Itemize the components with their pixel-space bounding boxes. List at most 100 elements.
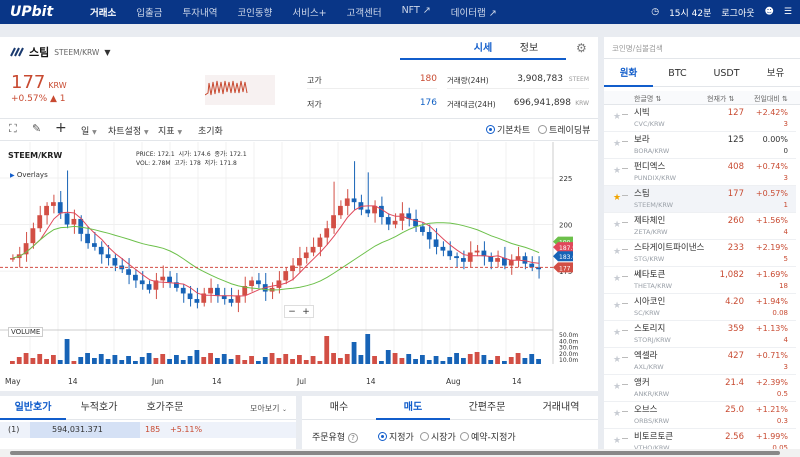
overlays-toggle[interactable]: ▶ Overlays [10,171,48,179]
coin-list-item[interactable]: ★ 오브스 ORBS/KRW 25.0 +1.21% 0.3 [604,402,796,429]
coin-item-code: STORJ/KRW [634,336,671,344]
x-axis-label: 14 [212,377,222,386]
candle-body [283,271,289,281]
user-icon[interactable]: ☻ [765,7,774,17]
coin-list-item[interactable]: ★ 스타게이트파이낸스 STG/KRW 233 +2.19% 5 [604,240,796,267]
coin-list-item[interactable]: ★ 앵커 ANKR/KRW 21.4 +2.39% 0.5 [604,375,796,402]
orderbook-row[interactable]: (1) 594,031.371 185 +5.11% [0,422,296,438]
indicators-select[interactable]: 지표 ▼ [158,124,182,137]
volume-bar [372,356,377,364]
coin-item-name: 스타게이트파이낸스 [634,243,705,253]
tab-btc-market[interactable]: BTC [653,63,702,87]
clock-text: 15시 42분 [669,8,712,19]
menu-icon[interactable]: ☰ [784,7,792,17]
favorite-star-icon[interactable]: ★ [613,301,621,311]
tab-normal-orderbook[interactable]: 일반호가 [0,396,66,420]
favorite-star-icon[interactable]: ★ [613,328,621,338]
favorite-star-icon[interactable]: ★ [613,355,621,365]
favorite-star-icon[interactable]: ★ [613,247,621,257]
order-type-limit-radio[interactable]: 지정가 [378,430,414,443]
favorite-star-icon[interactable]: ★ [613,139,621,149]
reset-button[interactable]: 초기화 [198,124,223,137]
logout-link[interactable]: 로그아웃 [721,6,754,19]
volume-bar [256,361,261,364]
tab-sell[interactable]: 매도 [376,396,450,420]
help-icon[interactable]: ? [348,433,358,443]
settings-gear-icon[interactable]: ⚙ [576,41,587,55]
tab-simple-order[interactable]: 간편주문 [450,396,524,420]
amount-24h-row: 거래대금(24H) 696,941,898 KRW [447,98,589,109]
coin-list-item[interactable]: ★ 제타체인 ZETA/KRW 260 +1.56% 4 [604,213,796,240]
coin-list-item[interactable]: ★ 펀디엑스 PUNDIX/KRW 408 +0.74% 3 [604,159,796,186]
chart-bars-icon [622,222,628,223]
favorite-star-icon[interactable]: ★ [613,436,621,446]
favorite-star-icon[interactable]: ★ [613,112,621,122]
header-price-sort[interactable]: 현재가 ⇅ [707,94,734,104]
tradingview-radio[interactable]: 트레이딩뷰 [538,123,590,136]
coin-search-box[interactable]: 코인명/심볼검색 [604,37,800,59]
nav-item-4[interactable]: 서비스+ [292,5,326,19]
pencil-icon[interactable]: ✎ [32,122,41,135]
crosshair-icon[interactable]: + [55,120,67,136]
favorite-star-icon[interactable]: ★ [613,193,621,203]
tab-cumulative-orderbook[interactable]: 누적호가 [66,396,132,420]
volume-bar [481,355,487,364]
tab-info[interactable]: 정보 [484,37,574,60]
interval-select[interactable]: 일 ▼ [81,124,97,137]
tab-order-from-book[interactable]: 호가주문 [132,396,198,420]
order-type-reserve-radio[interactable]: 예약-지정가 [460,430,516,443]
nav-item-0[interactable]: 거래소 [90,5,116,19]
tab-buy[interactable]: 매수 [302,396,376,420]
header-name-sort[interactable]: 한글명 ⇅ [634,94,661,104]
favorite-star-icon[interactable]: ★ [613,166,621,176]
volume-bar [413,359,418,364]
coin-search-input[interactable]: 코인명/심볼검색 [612,43,663,54]
coin-list-item[interactable]: ★ 스토리지 STORJ/KRW 359 +1.13% 4 [604,321,796,348]
candlestick-chart[interactable]: 175200225190.8187.9183.017750.0m40.0m30.… [0,142,598,391]
coin-list-item[interactable]: ★ 쎄타토큰 THETA/KRW 1,082 +1.69% 18 [604,267,796,294]
scrollbar-thumb[interactable] [10,451,780,455]
fullscreen-icon[interactable]: ⛶ [9,122,17,136]
nav-item-6[interactable]: NFT ↗ [402,5,431,19]
upbit-logo[interactable]: UPbit [10,4,90,20]
coin-item-change-pct: +0.57% [755,189,788,198]
nav-item-2[interactable]: 투자내역 [182,5,217,19]
coin-list-item[interactable]: ★ 시빅 CVC/KRW 127 +2.42% 3 [604,105,796,132]
favorite-star-icon[interactable]: ★ [613,409,621,419]
order-type-market-radio[interactable]: 시장가 [420,430,456,443]
nav-item-7[interactable]: 데이터랩 ↗ [451,5,497,19]
group-view-select[interactable]: 모아보기 ⌄ [250,403,287,414]
favorite-star-icon[interactable]: ★ [613,220,621,230]
tab-trade-history[interactable]: 거래내역 [524,396,598,420]
tab-holdings[interactable]: 보유 [751,63,800,87]
zoom-in-button[interactable]: + [302,307,310,317]
zoom-out-button[interactable]: − [288,307,296,317]
coin-list-item[interactable]: ★ 엑셀라 AXL/KRW 427 +0.71% 3 [604,348,796,375]
nav-item-1[interactable]: 입출금 [136,5,162,19]
nav-item-5[interactable]: 고객센터 [347,5,382,19]
favorite-star-icon[interactable]: ★ [613,274,621,284]
coin-select-dropdown-icon[interactable]: ▼ [104,48,110,57]
basic-chart-radio[interactable]: 기본차트 [486,123,530,136]
favorite-star-icon[interactable]: ★ [613,382,621,392]
chart-bars-icon [622,303,628,304]
volume-bar [126,356,131,364]
horizontal-scrollbar[interactable] [0,449,800,457]
candle-body [529,263,535,268]
coin-item-change-abs: 1 [783,201,788,209]
coin-item-code: PUNDIX/KRW [634,174,677,182]
coin-list-item[interactable]: ★ 보라 BORA/KRW 125 0.00% 0 [604,132,796,159]
tab-usdt-market[interactable]: USDT [702,63,751,87]
coin-list-item[interactable]: ★ 시아코인 SC/KRW 4.20 +1.94% 0.08 [604,294,796,321]
candle-body [467,252,473,262]
header-change-sort[interactable]: 전일대비 ⇅ [754,94,788,104]
coin-list-item[interactable]: ★ 스팀 STEEM/KRW 177 +0.57% 1 [604,186,796,213]
volume-bar [385,350,391,364]
nav-item-3[interactable]: 코인동향 [237,5,272,19]
candle-body [344,198,350,206]
tab-krw-market[interactable]: 원화 [604,63,653,87]
order-tabs: 매수 매도 간편주문 거래내역 [302,396,598,420]
chart-settings-select[interactable]: 차트설정 ▼ [108,124,149,137]
mini-price-chart [205,75,275,105]
candle-body [44,205,49,216]
